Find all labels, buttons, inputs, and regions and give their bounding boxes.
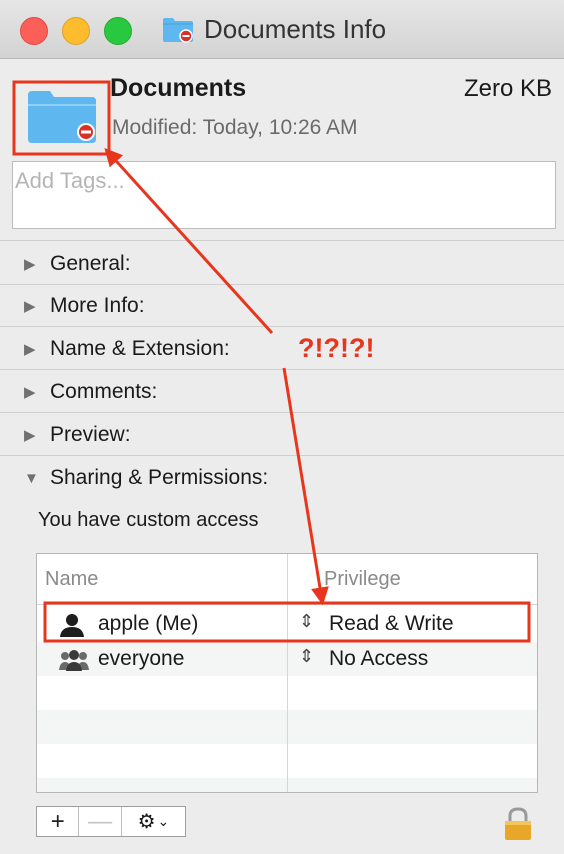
user-icon [60,614,84,637]
item-name: Documents [110,74,247,102]
disclosure-triangle-icon[interactable]: ▶ [24,340,42,358]
divider [0,284,564,285]
action-menu-button[interactable]: ⚙ ⌄ [122,807,185,836]
stepper-arrows-icon[interactable]: ⇕ [299,611,314,632]
divider [0,412,564,413]
stepper-arrows-icon[interactable]: ⇕ [299,646,314,667]
privilege-popup[interactable]: Read & Write [329,612,454,636]
column-header-name[interactable]: Name [45,568,98,591]
column-separator [287,554,288,792]
section-label: Name & Extension: [50,337,230,360]
chevron-down-icon: ⌄ [157,813,170,829]
disclosure-triangle-icon[interactable]: ▶ [24,255,42,273]
close-button[interactable] [20,17,48,45]
zoom-button[interactable] [104,17,132,45]
section-label: General: [50,252,131,275]
section-sharing-permissions[interactable]: ▼ Sharing & Permissions: [24,463,268,493]
disclosure-triangle-icon[interactable]: ▶ [24,297,42,315]
minimize-button[interactable] [62,17,90,45]
tags-input[interactable] [13,162,535,194]
divider [0,240,564,241]
modified-date: Modified: Today, 10:26 AM [112,116,358,139]
section-more-info[interactable]: ▶ More Info: [24,291,145,321]
tags-field[interactable] [12,161,556,229]
section-general[interactable]: ▶ General: [24,249,131,279]
divider [0,369,564,370]
section-label: More Info: [50,294,145,317]
item-size: Zero KB [463,75,552,102]
section-comments[interactable]: ▶ Comments: [24,377,157,407]
section-label: Sharing & Permissions: [50,466,269,489]
user-name: everyone [98,647,185,670]
section-label: Comments: [50,380,158,403]
access-note: You have custom access [38,509,259,531]
section-preview[interactable]: ▶ Preview: [24,420,131,450]
group-icon [59,650,89,671]
disclosure-triangle-icon[interactable]: ▶ [24,383,42,401]
annotation-text: ?!?!?! [298,333,375,363]
disclosure-triangle-icon[interactable]: ▼ [24,470,42,487]
privilege-popup[interactable]: No Access [329,647,428,671]
column-header-privilege[interactable]: Privilege [324,568,401,591]
window-title: Documents Info [204,14,387,44]
folder-icon [28,91,96,143]
disclosure-triangle-icon[interactable]: ▶ [24,426,42,444]
folder-icon [163,18,193,43]
permissions-table: Name Privilege apple (Me) ⇕ Read & Write… [36,553,538,793]
gear-icon: ⚙ [137,811,156,833]
section-name-extension[interactable]: ▶ Name & Extension: [24,334,230,364]
section-label: Preview: [50,423,131,446]
remove-user-button[interactable]: — [79,807,122,836]
user-name: apple (Me) [98,612,199,635]
permissions-toolbar: + — ⚙ ⌄ [36,806,186,837]
lock-icon[interactable] [502,806,534,842]
divider [0,326,564,327]
divider [0,455,564,456]
add-user-button[interactable]: + [37,807,80,836]
title-bar: Documents Info [0,0,564,59]
